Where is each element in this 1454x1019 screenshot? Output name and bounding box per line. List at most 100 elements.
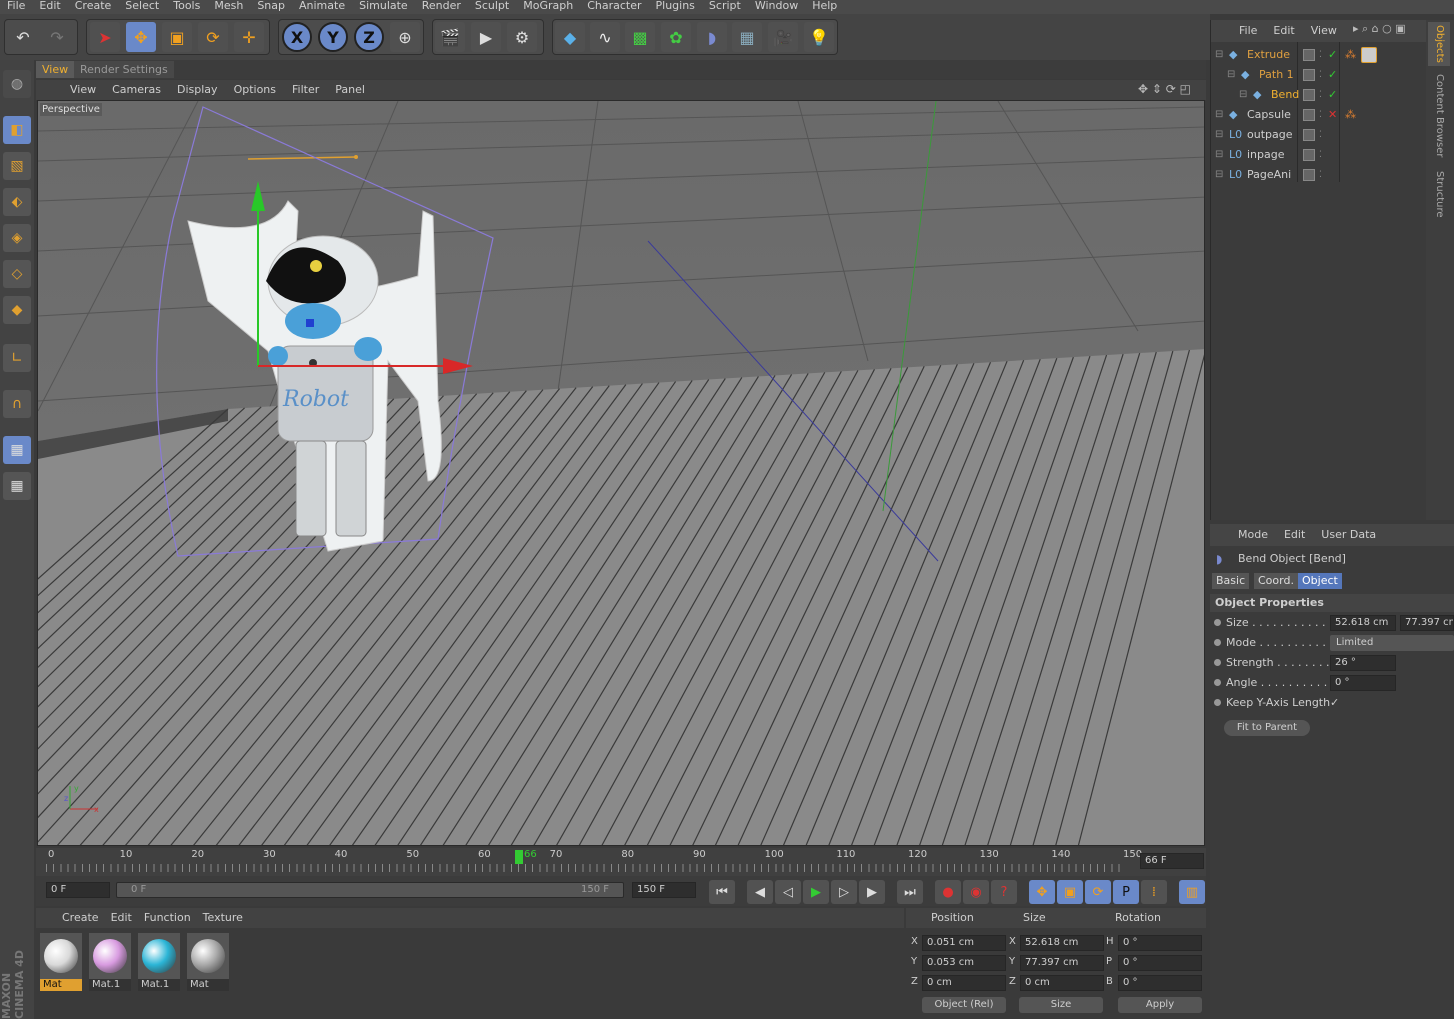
tree-expander-icon[interactable]: ⊟ [1215, 105, 1223, 125]
gizmo-z-handle[interactable] [306, 319, 314, 327]
end-frame-field[interactable]: 150 F [632, 882, 696, 898]
redo-icon[interactable]: ↷ [42, 22, 72, 52]
position-field[interactable]: 0.051 cm [922, 935, 1006, 951]
material-tag-icon[interactable] [1361, 47, 1377, 63]
tab-render-settings[interactable]: Render Settings [74, 61, 174, 78]
rotation-field[interactable]: 0 ° [1118, 955, 1202, 971]
render-view-icon[interactable]: 🎬 [435, 22, 465, 52]
y-axis-button[interactable]: Y [318, 22, 348, 52]
menu-snap[interactable]: Snap [250, 0, 292, 14]
viewport-menu-filter[interactable]: Filter [284, 80, 327, 100]
animate-dot-icon[interactable] [1214, 699, 1221, 706]
camera-icon[interactable]: 🎥 [768, 22, 798, 52]
object-row-outpage[interactable]: ⊟ L0 outpage ⁚ [1211, 125, 1427, 145]
autokey-icon[interactable]: ◉ [963, 880, 989, 904]
menu-file[interactable]: File [0, 0, 32, 14]
layer-icon[interactable] [1303, 129, 1315, 141]
attribute-menu-edit[interactable]: Edit [1276, 524, 1313, 546]
property-field[interactable]: 26 ° [1330, 655, 1396, 671]
undo-icon[interactable]: ↶ [8, 22, 38, 52]
spline-icon[interactable]: ∿ [590, 22, 620, 52]
menu-mesh[interactable]: Mesh [207, 0, 250, 14]
layer-icon[interactable] [1303, 89, 1315, 101]
menu-window[interactable]: Window [748, 0, 805, 14]
previous-frame-icon[interactable]: ◁ [775, 880, 801, 904]
animate-dot-icon[interactable] [1214, 679, 1221, 686]
z-axis-button[interactable]: Z [354, 22, 384, 52]
animate-dot-icon[interactable] [1214, 659, 1221, 666]
tree-expander-icon[interactable]: ⊟ [1215, 165, 1223, 185]
viewport-menu-display[interactable]: Display [169, 80, 226, 100]
object-row-bend[interactable]: ⊟ ◆ Bend ⁚ ✓ [1211, 85, 1427, 105]
menu-plugins[interactable]: Plugins [649, 0, 702, 14]
array-icon[interactable]: ✿ [661, 22, 691, 52]
attribute-tab-coord[interactable]: Coord. [1254, 573, 1298, 589]
tab-content-browser[interactable]: Content Browser [1428, 70, 1450, 162]
material-swatch[interactable]: Mat.1 [89, 933, 131, 991]
object-row-path-1[interactable]: ⊟ ◆ Path 1 ⁚ ✓ [1211, 65, 1427, 85]
tab-view[interactable]: View [36, 61, 75, 78]
object-menu-edit[interactable]: Edit [1265, 20, 1302, 42]
enabled-check-icon[interactable]: ✓ [1328, 65, 1337, 85]
animate-dot-icon[interactable] [1214, 619, 1221, 626]
previous-key-icon[interactable]: ◀ [747, 880, 773, 904]
layer-icon[interactable] [1303, 69, 1315, 81]
light-icon[interactable]: 💡 [804, 22, 834, 52]
attribute-tab-object[interactable]: Object [1298, 573, 1342, 589]
object-name[interactable]: Extrude [1247, 45, 1290, 65]
position-field[interactable]: 0 cm [922, 975, 1006, 991]
subdivision-icon[interactable]: ▩ [625, 22, 655, 52]
menu-select[interactable]: Select [118, 0, 166, 14]
visibility-dots-icon[interactable]: ⁚ [1319, 145, 1322, 165]
select-arrow-icon[interactable]: ➤ [90, 22, 120, 52]
edges-mode-icon[interactable]: ◇ [3, 260, 31, 288]
viewport-nav-icons[interactable]: ✥ ⇕ ⟳ ◰ [1138, 82, 1202, 98]
tab-objects[interactable]: Objects [1428, 22, 1450, 66]
tree-expander-icon[interactable]: ⊟ [1215, 45, 1223, 65]
object-row-inpage[interactable]: ⊟ L0 inpage ⁚ [1211, 145, 1427, 165]
position-field[interactable]: 0.053 cm [922, 955, 1006, 971]
snap-grid-icon[interactable]: ▦ [3, 472, 31, 500]
coordinate-system-icon[interactable]: ⊕ [390, 22, 420, 52]
apply-button[interactable]: Apply [1118, 997, 1202, 1013]
material-swatch[interactable]: Mat.1 [138, 933, 180, 991]
play-icon[interactable]: ▶ [803, 880, 829, 904]
start-frame-field[interactable]: 0 F [46, 882, 110, 898]
visibility-dots-icon[interactable]: ⁚ [1319, 165, 1322, 185]
menu-sculpt[interactable]: Sculpt [468, 0, 516, 14]
visibility-dots-icon[interactable]: ⁚ [1319, 85, 1322, 105]
visibility-dots-icon[interactable]: ⁚ [1319, 45, 1322, 65]
object-menu-file[interactable]: File [1231, 20, 1265, 42]
viewport-3d[interactable]: Robot z x y Perspective [37, 100, 1205, 846]
tag-icon[interactable]: ⁂ [1345, 105, 1356, 125]
attribute-menu-user-data[interactable]: User Data [1313, 524, 1384, 546]
magnet-icon[interactable]: ∩ [3, 390, 31, 418]
viewport-menu-panel[interactable]: Panel [327, 80, 373, 100]
menu-edit[interactable]: Edit [32, 0, 67, 14]
enabled-check-icon[interactable]: ✓ [1328, 45, 1337, 65]
menu-create[interactable]: Create [68, 0, 119, 14]
attribute-menu-mode[interactable]: Mode [1230, 524, 1276, 546]
keep-y-axis-checkbox[interactable]: ✓ [1330, 694, 1339, 712]
object-name[interactable]: outpage [1247, 125, 1293, 145]
object-row-extrude[interactable]: ⊟ ◆ Extrude ⁚ ✓ ⁂ [1211, 45, 1427, 65]
attribute-tab-basic[interactable]: Basic [1212, 573, 1250, 589]
key-pla-icon[interactable]: ⁞ [1141, 880, 1167, 904]
playhead[interactable] [515, 850, 523, 864]
menu-mograph[interactable]: MoGraph [516, 0, 580, 14]
workplane-icon[interactable]: ⬖ [3, 188, 31, 216]
timeline-ruler[interactable]: 0 10 20 30 40 50 60 70 80 90 100 110 120 130 140 150 66 … [36, 848, 1206, 876]
menu-tools[interactable]: Tools [166, 0, 207, 14]
disabled-x-icon[interactable]: ✕ [1328, 105, 1337, 125]
next-frame-icon[interactable]: ▷ [831, 880, 857, 904]
property-field[interactable]: 0 ° [1330, 675, 1396, 691]
size-field[interactable]: 0 cm [1020, 975, 1104, 991]
tag-icon[interactable]: ⁂ [1345, 45, 1356, 65]
x-axis-button[interactable]: X [282, 22, 312, 52]
object-row-pageani[interactable]: ⊟ L0 PageAni ⁚ [1211, 165, 1427, 185]
model-mode-icon[interactable]: ◧ [3, 116, 31, 144]
object-name[interactable]: PageAni [1247, 165, 1291, 185]
enabled-check-icon[interactable]: ✓ [1328, 85, 1337, 105]
render-picture-viewer-icon[interactable]: ▶ [471, 22, 501, 52]
texture-mode-icon[interactable]: ▧ [3, 152, 31, 180]
